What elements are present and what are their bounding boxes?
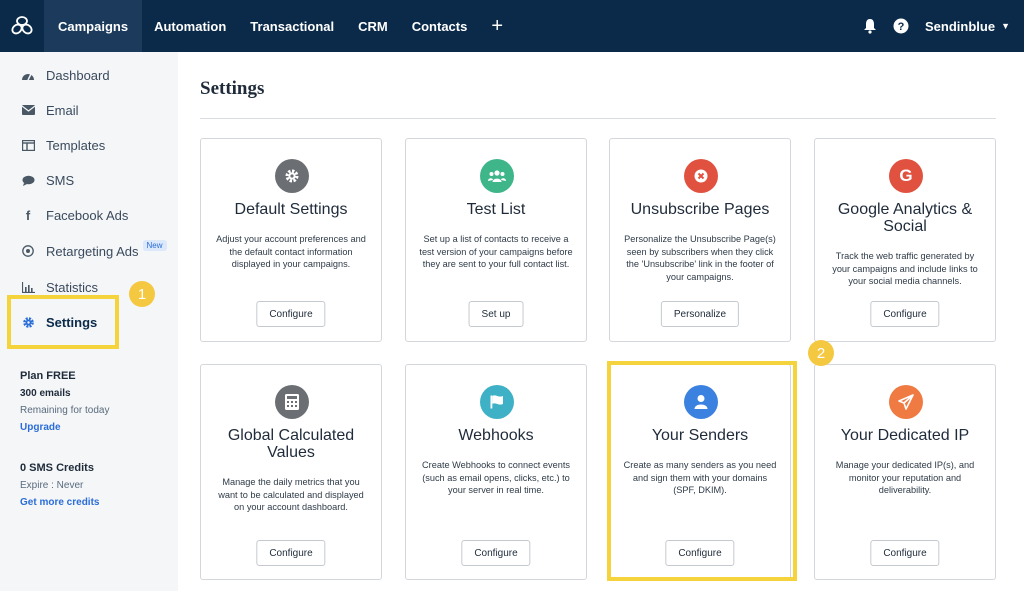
sidebar-item-retargeting-ads[interactable]: Retargeting Ads New: [0, 234, 178, 268]
top-navigation: Campaigns Automation Transactional CRM C…: [0, 0, 1024, 52]
setup-button[interactable]: Set up: [468, 301, 524, 327]
sidebar-item-label: Retargeting Ads: [46, 243, 139, 259]
card-title: Global Calculated Values: [227, 427, 355, 461]
configure-button[interactable]: Configure: [256, 301, 326, 327]
target-icon: [20, 245, 36, 257]
sms-expire: Expire : Never: [20, 480, 84, 491]
card-your-dedicated-ip: Your Dedicated IP Manage your dedicated …: [814, 364, 996, 580]
get-more-credits-link[interactable]: Get more credits: [20, 494, 99, 511]
account-menu[interactable]: Sendinblue ▼: [925, 19, 1010, 34]
sendinblue-logo[interactable]: [0, 0, 44, 52]
new-badge: New: [142, 239, 167, 251]
card-title: Unsubscribe Pages: [630, 201, 770, 218]
card-unsubscribe-pages: Unsubscribe Pages Personalize the Unsubs…: [609, 138, 791, 342]
sidebar-item-label: Statistics: [46, 279, 99, 295]
sidebar-item-label: Email: [46, 102, 79, 118]
logo-icon: [11, 16, 33, 35]
card-title: Webhooks: [458, 427, 534, 444]
facebook-icon: f: [25, 207, 31, 223]
card-test-list: Test List Set up a list of contacts to r…: [405, 138, 587, 342]
nav-crm[interactable]: CRM: [346, 0, 400, 52]
title-divider: [200, 118, 996, 119]
account-label: Sendinblue: [925, 18, 996, 34]
card-title: Test List: [466, 201, 526, 218]
chat-icon: [20, 175, 36, 186]
nav-campaigns[interactable]: Campaigns: [44, 0, 143, 52]
sidebar-item-label: Dashboard: [46, 67, 110, 83]
gear-icon: [275, 159, 309, 193]
sidebar-item-label: Templates: [46, 137, 106, 153]
sidebar-item-label: Facebook Ads: [46, 207, 129, 223]
plan-remaining: Remaining for today: [20, 405, 110, 416]
sidebar-item-sms[interactable]: SMS: [0, 163, 178, 197]
group-icon: [480, 159, 514, 193]
help-icon[interactable]: ?: [893, 18, 909, 34]
configure-button[interactable]: Configure: [870, 301, 940, 327]
sidebar-item-templates[interactable]: Templates: [0, 128, 178, 162]
card-description: Track the web traffic generated by your …: [832, 251, 978, 286]
dashboard-icon: [20, 69, 36, 81]
step-badge-1: 1: [129, 281, 155, 307]
nav-contacts[interactable]: Contacts: [400, 0, 480, 52]
card-webhooks: Webhooks Create Webhooks to connect even…: [405, 364, 587, 580]
template-icon: [20, 139, 36, 151]
calculator-icon: [275, 385, 309, 419]
card-description: Personalize the Unsubscribe Page(s) seen…: [624, 234, 776, 282]
card-description: Create Webhooks to connect events (such …: [422, 460, 570, 495]
plan-info: Plan FREE 300 emails Remaining for today…: [20, 368, 110, 436]
close-circle-icon: [684, 159, 718, 193]
configure-button[interactable]: Configure: [256, 540, 326, 566]
card-description: Manage the daily metrics that you want t…: [218, 477, 364, 512]
card-default-settings: Default Settings Adjust your account pre…: [200, 138, 382, 342]
page-title: Settings: [200, 78, 265, 99]
chevron-down-icon: ▼: [1001, 21, 1010, 31]
configure-button[interactable]: Configure: [461, 540, 531, 566]
sidebar-item-facebook-ads[interactable]: f Facebook Ads: [0, 198, 178, 232]
card-description: Set up a list of contacts to receive a t…: [419, 234, 573, 269]
personalize-button[interactable]: Personalize: [660, 301, 740, 327]
card-description: Manage your dedicated IP(s), and monitor…: [835, 460, 975, 495]
svg-text:?: ?: [898, 21, 905, 33]
highlight-box-your-senders: [607, 361, 797, 581]
envelope-icon: [20, 105, 36, 115]
sms-credits-title: 0 SMS Credits: [20, 462, 94, 474]
step-badge-2: 2: [808, 340, 834, 366]
sms-credits-info: 0 SMS Credits Expire : Never Get more cr…: [20, 460, 99, 511]
chart-icon: [20, 281, 36, 293]
nav-right: ? Sendinblue ▼: [863, 0, 1010, 52]
card-title: Your Dedicated IP: [840, 427, 970, 444]
sidebar-item-email[interactable]: Email: [0, 93, 178, 127]
paper-plane-icon: [889, 385, 923, 419]
sidebar-item-label: SMS: [46, 172, 75, 188]
highlight-box-settings: [7, 295, 119, 349]
nav-transactional[interactable]: Transactional: [238, 0, 346, 52]
upgrade-link[interactable]: Upgrade: [20, 419, 110, 436]
configure-button[interactable]: Configure: [870, 540, 940, 566]
card-description: Adjust your account preferences and the …: [216, 234, 366, 269]
plan-title: Plan FREE: [20, 370, 76, 382]
bell-icon[interactable]: [863, 18, 877, 34]
plan-emails: 300 emails: [20, 388, 71, 399]
card-global-calculated-values: Global Calculated Values Manage the dail…: [200, 364, 382, 580]
nav-automation[interactable]: Automation: [142, 0, 238, 52]
google-icon: G: [889, 159, 923, 193]
card-title: Google Analytics & Social: [837, 201, 973, 235]
card-title: Default Settings: [234, 201, 348, 218]
sidebar-item-dashboard[interactable]: Dashboard: [0, 58, 178, 92]
add-nav-icon[interactable]: +: [479, 15, 515, 38]
flag-icon: [480, 385, 514, 419]
card-google-analytics-social: G Google Analytics & Social Track the we…: [814, 138, 996, 342]
